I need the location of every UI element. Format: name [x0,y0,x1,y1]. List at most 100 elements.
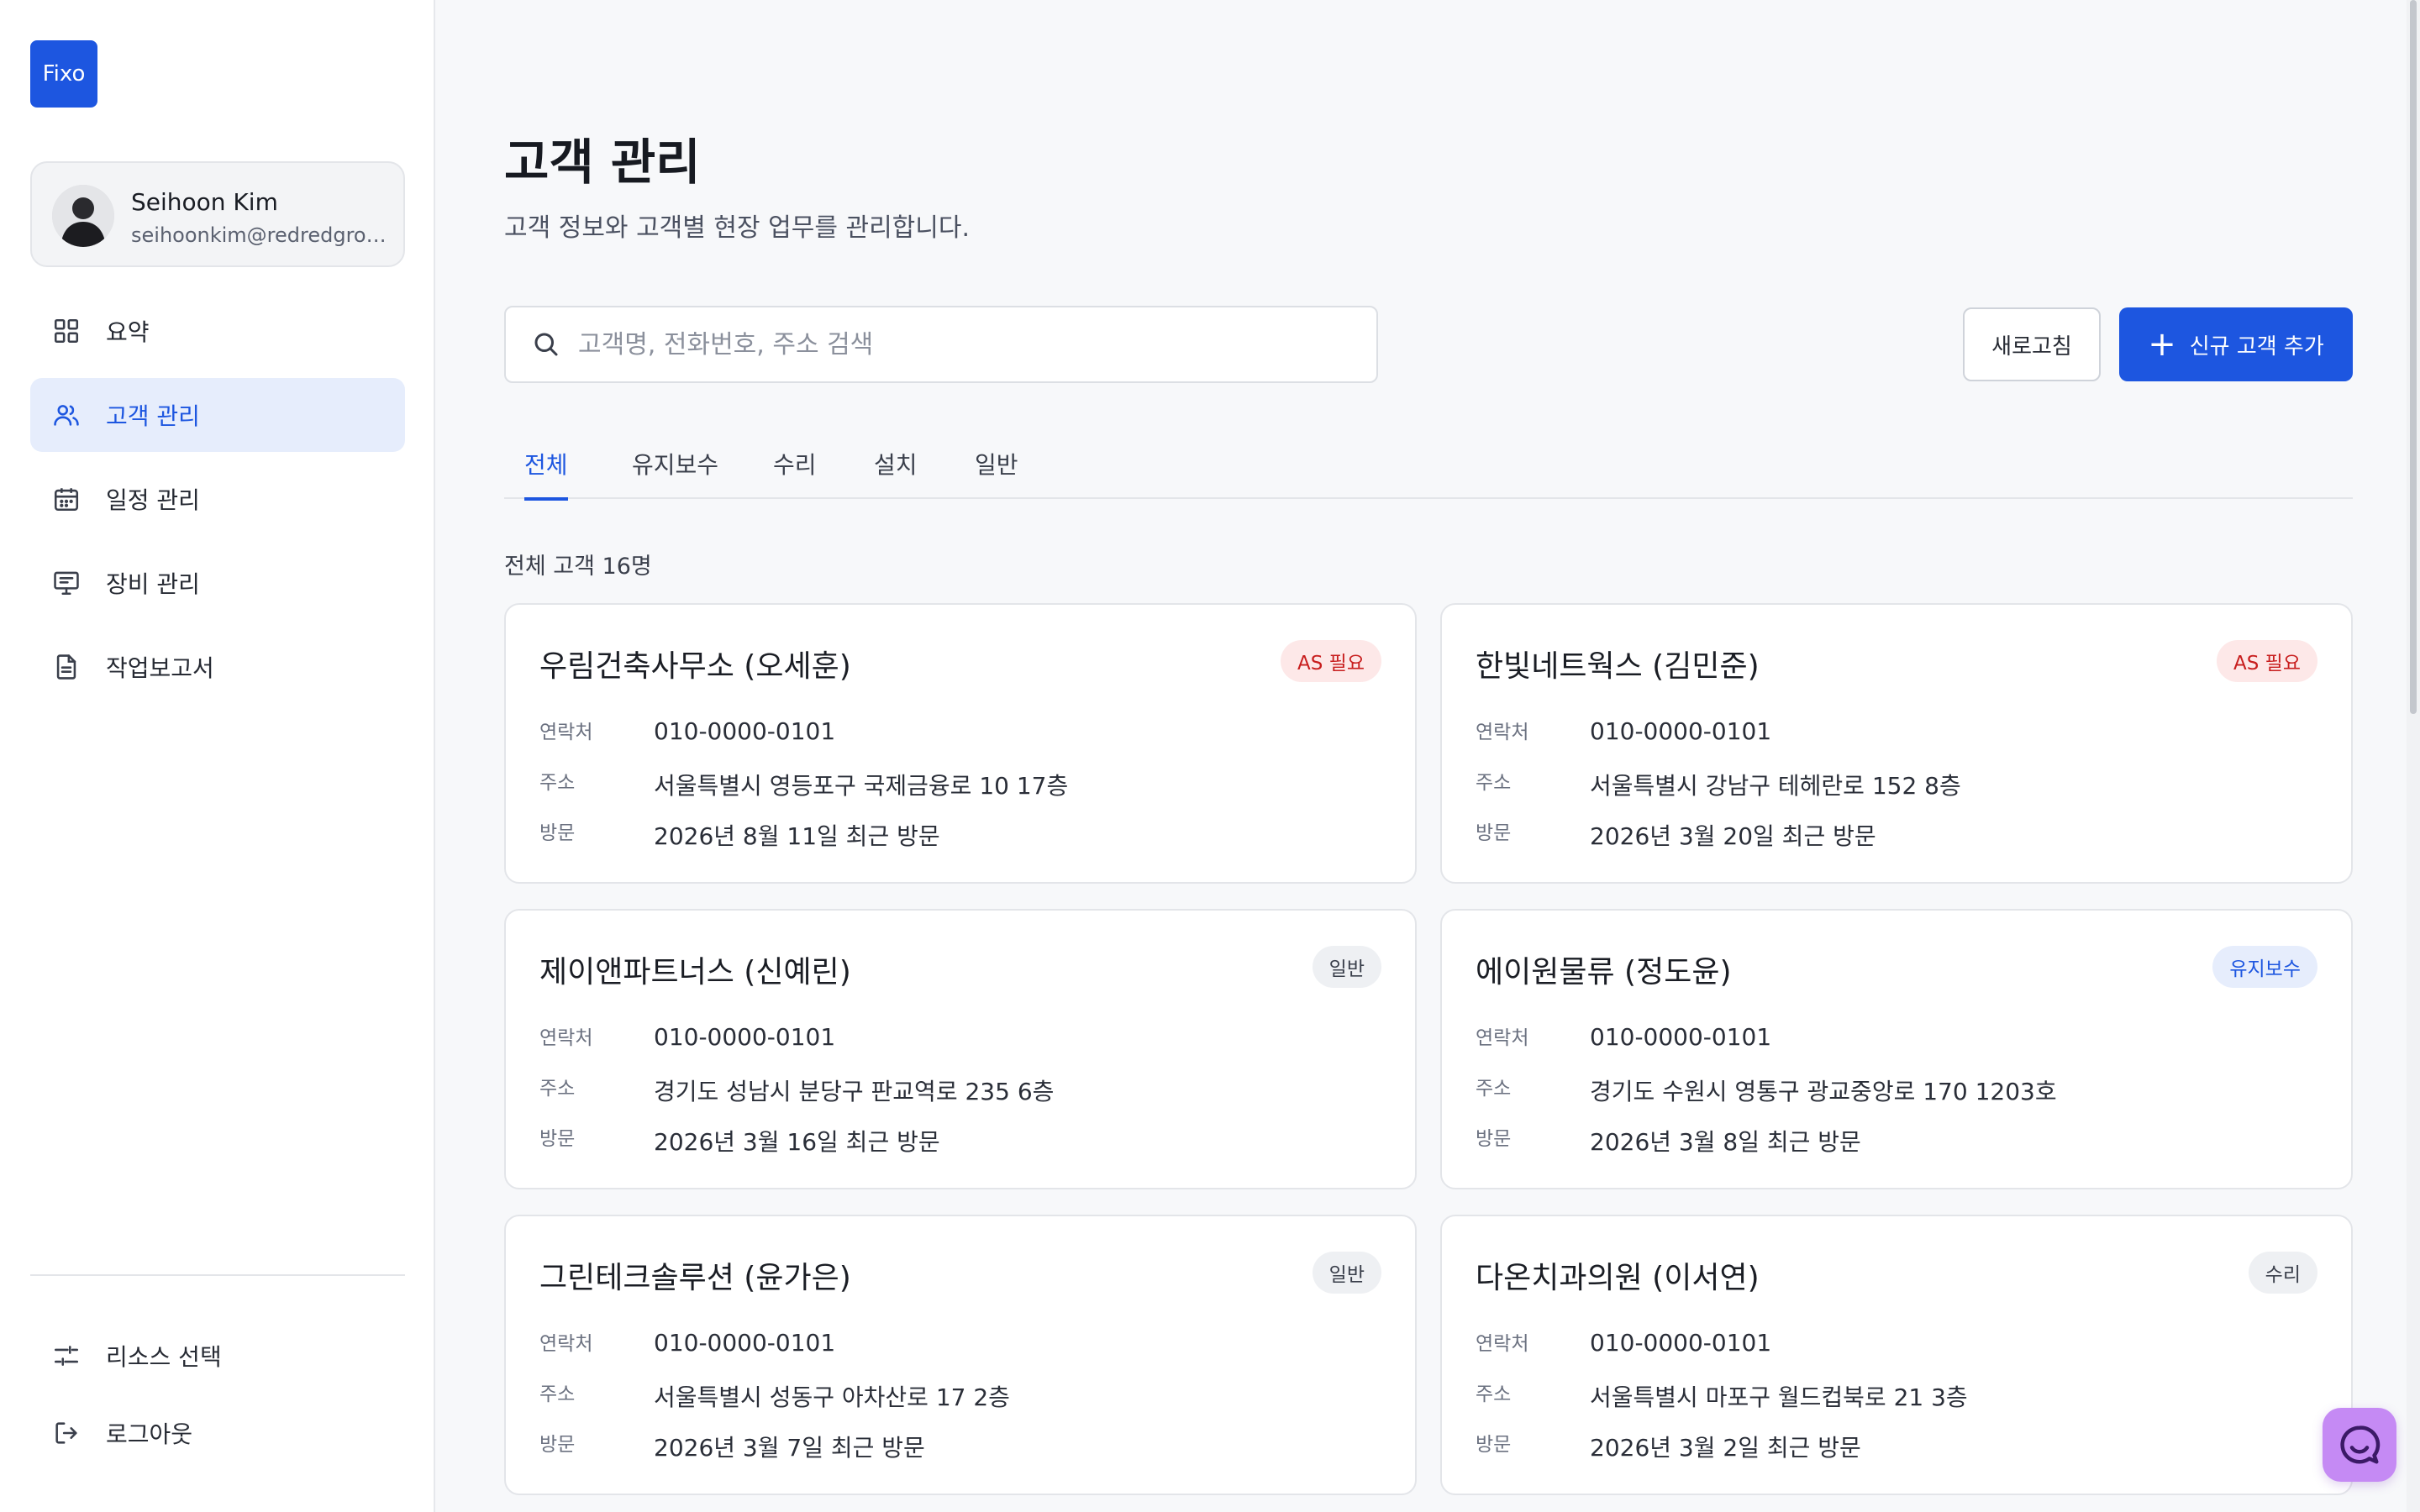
profile-email: seihoonkim@redredgroup.com [131,223,392,247]
address-value: 서울특별시 마포구 월드컵북로 21 3층 [1590,1383,1968,1411]
refresh-button[interactable]: 새로고침 [1963,307,2101,381]
customer-count: 전체 고객 16명 [504,554,652,580]
sidebar-item-equipment[interactable]: 장비 관리 [30,546,405,620]
address-value: 서울특별시 영등포구 국제금융로 10 17층 [654,772,1069,800]
contact-label: 연락처 [539,722,593,743]
sidebar: Fixo Seihoon Kim seihoonkim@redredgroup.… [0,0,435,1512]
search-icon [534,333,558,356]
user-profile-card[interactable]: Seihoon Kim seihoonkim@redredgroup.com [30,161,405,267]
status-badge: AS 필요 [1281,640,1381,682]
sidebar-item-label: 로그아웃 [106,1420,193,1448]
sidebar-item-label: 리소스 선택 [106,1343,222,1371]
address-value: 서울특별시 강남구 테헤란로 152 8층 [1590,772,1961,800]
sidebar-item-label: 작업보고서 [106,654,214,682]
visit-label: 방문 [539,822,576,844]
sidebar-item-reports[interactable]: 작업보고서 [30,630,405,704]
visit-value: 2026년 3월 8일 최근 방문 [1590,1128,1861,1156]
page-subtitle: 고객 정보와 고객별 현장 업무를 관리합니다. [504,213,971,243]
search-box[interactable] [504,306,1378,383]
address-label: 주소 [539,1078,576,1100]
customer-card[interactable]: 제이앤파트너스 (신예린) 일반 연락처 010-0000-0101 주소 경기… [504,909,1417,1189]
visit-label: 방문 [539,1128,576,1150]
monitor-icon [52,569,81,597]
main-content: 고객 관리 고객 정보와 고객별 현장 업무를 관리합니다. 새로고침 + 신규… [437,0,2403,1512]
sidebar-item-label: 장비 관리 [106,570,200,598]
visit-label: 방문 [1476,1434,1512,1456]
status-badge: AS 필요 [2217,640,2317,682]
sidebar-item-logout[interactable]: 로그아웃 [30,1396,405,1470]
customer-name: 다온치과의원 (이서연) [1476,1261,1760,1295]
add-customer-label: 신규 고객 추가 [2189,333,2324,360]
status-badge: 수리 [2248,1252,2317,1294]
contact-value: 010-0000-0101 [1590,1329,1772,1357]
search-input[interactable] [578,329,1368,360]
visit-label: 방문 [539,1434,576,1456]
filter-tabs: 전체 유지보수 수리 설치 일반 [504,437,2353,501]
tab-general[interactable]: 일반 [975,437,1018,499]
sidebar-item-customers[interactable]: 고객 관리 [30,378,405,452]
status-badge: 일반 [1312,946,1381,988]
scrollbar-thumb[interactable] [2410,0,2417,714]
grid-icon [52,317,81,345]
avatar [52,185,114,247]
contact-value: 010-0000-0101 [654,1329,836,1357]
contact-value: 010-0000-0101 [1590,1023,1772,1051]
address-value: 경기도 수원시 영통구 광교중앙로 170 1203호 [1590,1078,2057,1105]
customer-card[interactable]: 우림건축사무소 (오세훈) AS 필요 연락처 010-0000-0101 주소… [504,603,1417,884]
customer-card[interactable]: 에이원물류 (정도윤) 유지보수 연락처 010-0000-0101 주소 경기… [1440,909,2353,1189]
sliders-icon [52,1341,81,1370]
contact-label: 연락처 [539,1333,593,1355]
sidebar-item-label: 요약 [106,318,150,346]
customer-name: 그린테크솔루션 (윤가은) [539,1261,851,1295]
customer-name: 한빛네트웍스 (김민준) [1476,649,1760,684]
customer-card[interactable]: 그린테크솔루션 (윤가은) 일반 연락처 010-0000-0101 주소 서울… [504,1215,1417,1495]
visit-value: 2026년 8월 11일 최근 방문 [654,822,940,850]
address-value: 서울특별시 성동구 아차산로 17 2층 [654,1383,1010,1411]
visit-value: 2026년 3월 20일 최근 방문 [1590,822,1876,850]
users-icon [52,401,81,429]
customer-name: 에이원물류 (정도윤) [1476,955,1732,990]
address-label: 주소 [1476,1383,1512,1405]
contact-label: 연락처 [1476,1333,1529,1355]
address-label: 주소 [539,772,576,794]
contact-label: 연락처 [1476,722,1529,743]
logout-icon [52,1419,81,1447]
address-label: 주소 [1476,772,1512,794]
tab-maintenance[interactable]: 유지보수 [632,437,718,499]
contact-value: 010-0000-0101 [654,1023,836,1051]
status-badge: 유지보수 [2212,946,2317,988]
visit-label: 방문 [1476,1128,1512,1150]
tab-all[interactable]: 전체 [524,437,568,501]
sidebar-item-schedule[interactable]: 일정 관리 [30,462,405,536]
contact-value: 010-0000-0101 [654,717,836,745]
visit-label: 방문 [1476,822,1512,844]
add-customer-button[interactable]: + 신규 고객 추가 [2119,307,2353,381]
customer-card[interactable]: 다온치과의원 (이서연) 수리 연락처 010-0000-0101 주소 서울특… [1440,1215,2353,1495]
customer-card[interactable]: 한빛네트웍스 (김민준) AS 필요 연락처 010-0000-0101 주소 … [1440,603,2353,884]
chat-icon [2340,1425,2381,1464]
plus-icon: + [2148,325,2176,364]
page-title: 고객 관리 [504,134,701,191]
visit-value: 2026년 3월 16일 최근 방문 [654,1128,940,1156]
status-badge: 일반 [1312,1252,1381,1294]
tab-repair[interactable]: 수리 [773,437,817,499]
contact-label: 연락처 [539,1027,593,1049]
sidebar-item-summary[interactable]: 요약 [30,294,405,368]
sidebar-item-label: 일정 관리 [106,486,200,514]
address-label: 주소 [1476,1078,1512,1100]
customer-name: 제이앤파트너스 (신예린) [539,955,851,990]
sidebar-item-resource-select[interactable]: 리소스 선택 [30,1319,405,1393]
address-label: 주소 [539,1383,576,1405]
app-logo[interactable]: Fixo [30,40,97,108]
chat-button[interactable] [2323,1408,2396,1482]
calendar-icon [52,485,81,513]
address-value: 경기도 성남시 분당구 판교역로 235 6층 [654,1078,1055,1105]
customer-name: 우림건축사무소 (오세훈) [539,649,851,684]
sidebar-divider [30,1274,405,1276]
visit-value: 2026년 3월 7일 최근 방문 [654,1434,925,1462]
tab-installation[interactable]: 설치 [874,437,918,499]
sidebar-item-label: 고객 관리 [106,402,200,430]
profile-name: Seihoon Kim [131,188,278,216]
contact-label: 연락처 [1476,1027,1529,1049]
contact-value: 010-0000-0101 [1590,717,1772,745]
